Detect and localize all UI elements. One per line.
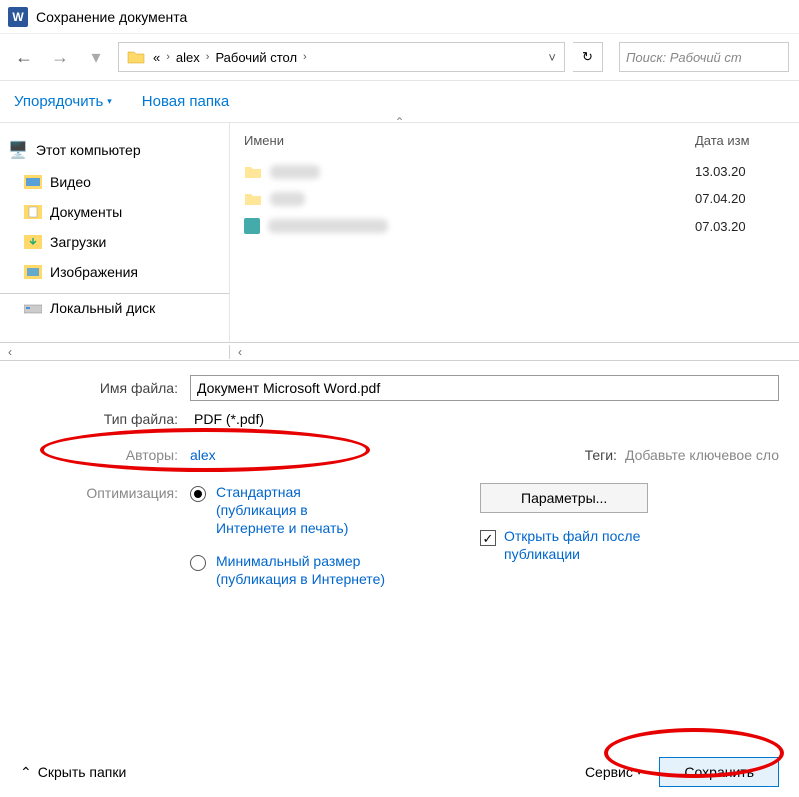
- back-button[interactable]: ←: [10, 43, 38, 71]
- folder-icon: [127, 49, 147, 65]
- nav-bar: ← → ▾ « › alex › Рабочий стол › ˅ ↻ Поис…: [0, 34, 799, 81]
- file-row[interactable]: 07.04.20: [230, 185, 799, 212]
- options-area: Оптимизация: Стандартная (публикация в И…: [0, 473, 799, 608]
- chevron-right-icon: ›: [202, 51, 214, 63]
- window-title: Сохранение документа: [36, 9, 187, 25]
- radio-minimal[interactable]: Минимальный размер (публикация в Интерне…: [190, 552, 420, 588]
- radio-standard[interactable]: Стандартная (публикация в Интернете и пе…: [190, 483, 420, 538]
- search-placeholder: Поиск: Рабочий ст: [626, 50, 742, 65]
- radio-icon: [190, 486, 206, 502]
- sidebar: 🖥️ Этот компьютер Видео Документы Загруз…: [0, 123, 230, 342]
- optimization-label: Оптимизация:: [20, 483, 190, 501]
- search-input[interactable]: Поиск: Рабочий ст: [619, 42, 789, 72]
- col-name[interactable]: Имени: [244, 133, 695, 148]
- file-row[interactable]: 13.03.20: [230, 158, 799, 185]
- filetype-label: Тип файла:: [20, 411, 190, 427]
- bc-root[interactable]: «: [151, 50, 162, 65]
- file-header: Имени Дата изм: [230, 123, 799, 158]
- file-pane: Имени Дата изм 13.03.20 07.04.20 07.03.2…: [230, 123, 799, 342]
- breadcrumb-dropdown[interactable]: ˅: [540, 50, 564, 65]
- chevron-right-icon: ›: [299, 51, 311, 63]
- meta-row: Авторы: alex Теги: Добавьте ключевое сло: [0, 437, 799, 473]
- new-folder-button[interactable]: Новая папка: [142, 93, 229, 110]
- organize-button[interactable]: Упорядочить▾: [14, 93, 112, 110]
- pictures-icon: [24, 265, 42, 279]
- service-dropdown[interactable]: Сервис ▾: [585, 764, 641, 780]
- checkbox-icon: ✓: [480, 530, 496, 546]
- bc-user[interactable]: alex: [174, 50, 202, 65]
- sidebar-item-videos[interactable]: Видео: [0, 167, 229, 197]
- tags-label: Теги:: [585, 447, 617, 463]
- filename-input[interactable]: [190, 375, 779, 401]
- downloads-icon: [24, 235, 42, 249]
- documents-icon: [24, 205, 42, 219]
- bc-desktop[interactable]: Рабочий стол: [213, 50, 299, 65]
- open-after-checkbox[interactable]: ✓ Открыть файл после публикации: [480, 527, 684, 563]
- hide-folders-button[interactable]: ⌃ Скрыть папки: [20, 764, 126, 781]
- scroll-bar-area: ‹ ‹: [0, 343, 799, 361]
- refresh-button[interactable]: ↻: [573, 42, 603, 72]
- file-scroll-left[interactable]: ‹: [230, 345, 242, 359]
- chevron-up-icon: ⌃: [20, 764, 32, 781]
- save-button[interactable]: Сохранить: [659, 757, 779, 787]
- sidebar-scroll-left[interactable]: ‹: [0, 345, 230, 359]
- parameters-button[interactable]: Параметры...: [480, 483, 648, 513]
- sidebar-item-this-pc[interactable]: 🖥️ Этот компьютер: [0, 133, 229, 167]
- main-area: ⌃ 🖥️ Этот компьютер Видео Документы Загр…: [0, 123, 799, 343]
- file-icon: [244, 218, 260, 234]
- authors-label: Авторы:: [20, 447, 190, 463]
- footer: ⌃ Скрыть папки Сервис ▾ Сохранить: [0, 757, 799, 787]
- filetype-select[interactable]: PDF (*.pdf): [190, 411, 779, 427]
- sidebar-item-pictures[interactable]: Изображения: [0, 257, 229, 287]
- folder-icon: [244, 192, 262, 206]
- file-row[interactable]: 07.03.20: [230, 212, 799, 240]
- filename-row: Имя файла:: [20, 375, 779, 401]
- videos-icon: [24, 175, 42, 189]
- sidebar-item-local-disk[interactable]: Локальный диск: [0, 293, 229, 323]
- filetype-row: Тип файла: PDF (*.pdf): [20, 411, 779, 427]
- pc-icon: 🖥️: [8, 140, 28, 160]
- radio-icon: [190, 555, 206, 571]
- up-button[interactable]: ▾: [82, 43, 110, 71]
- word-icon: W: [8, 7, 28, 27]
- title-bar: W Сохранение документа: [0, 0, 799, 34]
- form-area: Имя файла: Тип файла: PDF (*.pdf): [0, 361, 799, 427]
- chevron-right-icon: ›: [162, 51, 174, 63]
- tags-hint[interactable]: Добавьте ключевое сло: [625, 447, 779, 463]
- forward-button[interactable]: →: [46, 43, 74, 71]
- sidebar-item-downloads[interactable]: Загрузки: [0, 227, 229, 257]
- authors-value[interactable]: alex: [190, 447, 216, 463]
- chevron-down-icon: ▾: [637, 767, 642, 778]
- filename-label: Имя файла:: [20, 380, 190, 396]
- chevron-down-icon: ▾: [107, 96, 112, 107]
- disk-icon: [24, 301, 42, 315]
- sidebar-item-documents[interactable]: Документы: [0, 197, 229, 227]
- breadcrumb[interactable]: « › alex › Рабочий стол › ˅: [118, 42, 565, 72]
- col-date[interactable]: Дата изм: [695, 133, 785, 148]
- folder-icon: [244, 165, 262, 179]
